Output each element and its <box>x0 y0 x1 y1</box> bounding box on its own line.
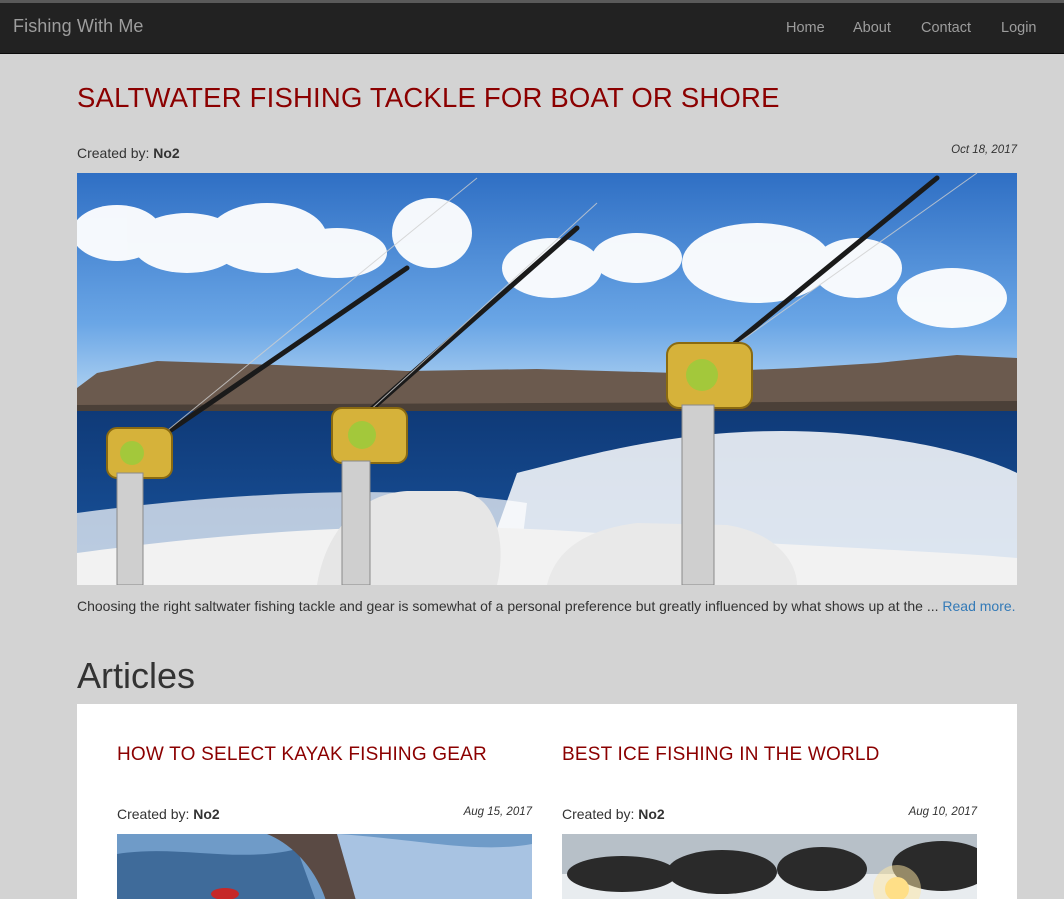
nav-link-about[interactable]: About <box>853 20 891 36</box>
nav-link-login[interactable]: Login <box>1001 20 1036 36</box>
author-name: No2 <box>153 145 180 161</box>
excerpt-text: Choosing the right saltwater fishing tac… <box>77 598 939 614</box>
site-brand[interactable]: Fishing With Me <box>13 16 144 37</box>
featured-post-date: Oct 18, 2017 <box>951 144 1017 156</box>
featured-post-title[interactable]: SALTWATER FISHING TACKLE FOR BOAT OR SHO… <box>77 82 780 114</box>
top-navbar: Fishing With Me Home About Contact Login <box>0 3 1064 54</box>
featured-post-image[interactable] <box>77 173 1017 585</box>
nav-link-home[interactable]: Home <box>786 20 825 36</box>
article-title[interactable]: HOW TO SELECT KAYAK FISHING GEAR <box>117 744 487 766</box>
article-image[interactable] <box>562 834 977 899</box>
author-name: No2 <box>193 806 220 822</box>
articles-heading: Articles <box>77 655 196 696</box>
featured-post-excerpt: Choosing the right saltwater fishing tac… <box>77 596 1017 616</box>
featured-post-author: Created by: No2 <box>77 145 180 161</box>
created-by-label: Created by: <box>77 145 150 161</box>
author-name: No2 <box>638 806 665 822</box>
article-date: Aug 15, 2017 <box>463 806 532 818</box>
article-date: Aug 10, 2017 <box>908 806 977 818</box>
nav-link-contact[interactable]: Contact <box>921 20 971 36</box>
article-author: Created by: No2 <box>562 806 665 822</box>
article-title[interactable]: BEST ICE FISHING IN THE WORLD <box>562 744 880 766</box>
created-by-label: Created by: <box>562 806 635 822</box>
article-author: Created by: No2 <box>117 806 220 822</box>
read-more-link[interactable]: Read more. <box>942 598 1015 614</box>
article-image[interactable] <box>117 834 532 899</box>
created-by-label: Created by: <box>117 806 190 822</box>
